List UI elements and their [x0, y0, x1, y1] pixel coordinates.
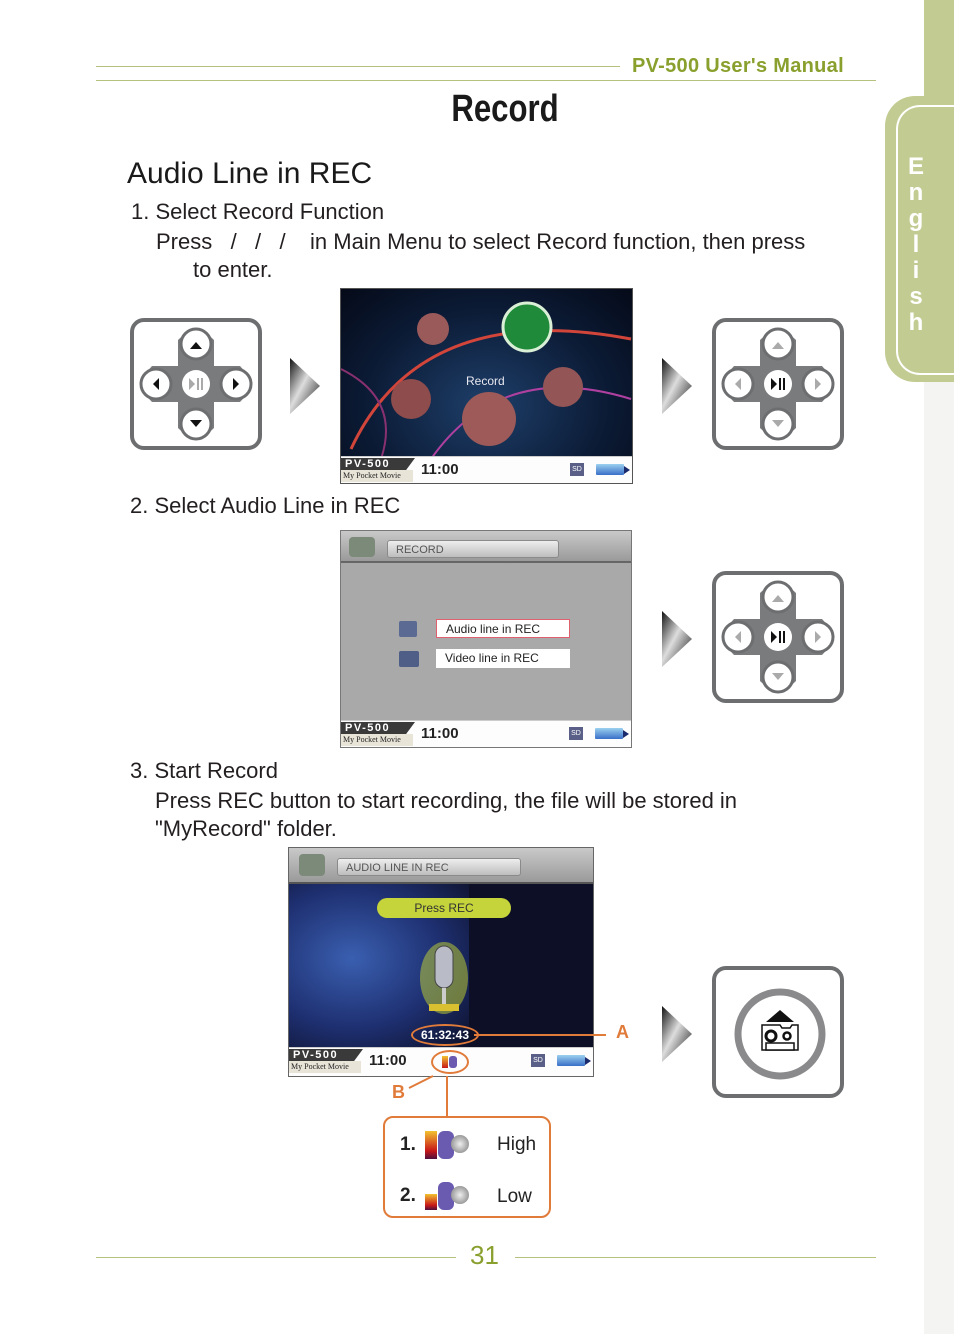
letter: n [908, 179, 924, 206]
music-note-icon [449, 1056, 457, 1068]
brand-name: PV-500 [341, 722, 415, 734]
step-2-title: 2. Select Audio Line in REC [130, 493, 401, 518]
audio-line-icon [399, 621, 417, 637]
status-bar: PV-500 My Pocket Movie 11:00 SD [341, 720, 631, 747]
brand-sub: My Pocket Movie [341, 734, 413, 746]
screen-title: AUDIO LINE IN REC [337, 858, 521, 876]
brand-badge: PV-500 My Pocket Movie [289, 1048, 365, 1074]
rec-button-icon [712, 966, 844, 1098]
record-app-icon [349, 537, 375, 557]
brand-badge: PV-500 My Pocket Movie [341, 457, 417, 483]
letter: h [908, 309, 924, 336]
page-title: Record [451, 88, 559, 130]
side-strip-top [924, 0, 954, 105]
clock: 11:00 [369, 1052, 407, 1069]
letter: E [907, 153, 924, 180]
step-3-body-cont: "MyRecord" folder. [155, 816, 337, 841]
step-1-body-cont: to enter. [193, 257, 273, 282]
callout-a-line [474, 1034, 606, 1036]
next-arrow-icon [662, 1006, 692, 1062]
record-menu-screenshot: RECORD Audio line in REC Video line in R… [340, 530, 632, 748]
record-timer: 61:32:43 [411, 1024, 479, 1046]
main-menu-screenshot: Record PV-500 My Pocket Movie 11:00 SD [340, 288, 633, 484]
menu-option-audio-line-in[interactable]: Audio line in REC [436, 619, 570, 638]
step-3-body: Press REC button to start recording, the… [155, 788, 738, 813]
language-tab-label: E n g l i s h [898, 155, 934, 337]
microphone-icon [420, 942, 468, 1014]
next-arrow-icon [662, 611, 692, 667]
video-line-icon [399, 651, 419, 667]
record-app-icon [299, 854, 325, 876]
speaker-icon [451, 1135, 469, 1153]
letter: l [912, 231, 920, 258]
brand-name: PV-500 [341, 458, 415, 470]
page-number: 31 [470, 1240, 499, 1270]
status-bar: PV-500 My Pocket Movie 11:00 SD [341, 456, 632, 483]
speaker-icon [451, 1186, 469, 1204]
audio-rec-screenshot: AUDIO LINE IN REC Press REC 61:32:43 PV-… [288, 847, 594, 1077]
quality-option-num: 1. [400, 1134, 416, 1155]
dpad-enter-icon [712, 571, 844, 703]
manual-title: PV-500 User's Manual [632, 55, 844, 77]
letter: i [912, 257, 920, 284]
callout-b-label: B [392, 1082, 405, 1102]
letter: s [909, 283, 923, 310]
battery-icon [557, 1055, 591, 1066]
brand-badge: PV-500 My Pocket Movie [341, 721, 417, 747]
press-rec-prompt: Press REC [377, 898, 511, 918]
next-arrow-icon [662, 358, 692, 414]
sd-card-icon: SD [570, 463, 584, 476]
quality-high-bars-icon [425, 1131, 437, 1159]
dpad-enter-icon [712, 318, 844, 450]
quality-low-bars-icon [425, 1194, 437, 1210]
header-rule [96, 66, 620, 67]
battery-icon [595, 728, 629, 739]
brand-name: PV-500 [289, 1049, 363, 1061]
callout-a-label: A [616, 1022, 629, 1042]
battery-icon [596, 464, 630, 475]
header-rule-bottom [96, 80, 876, 81]
brand-sub: My Pocket Movie [341, 470, 413, 482]
letter: g [908, 205, 924, 232]
step-1-body: Press / / / in Main Menu to select Recor… [156, 229, 806, 254]
step-1-title: 1. Select Record Function [131, 199, 385, 224]
quality-indicator [431, 1050, 469, 1074]
step-3-title: 3. Start Record [130, 758, 278, 783]
quality-bars-icon [442, 1056, 448, 1068]
quality-options-box: 1. High 2. Low [383, 1116, 551, 1218]
dpad-navigation-icon [130, 318, 262, 450]
brand-sub: My Pocket Movie [289, 1061, 361, 1073]
quality-option-num: 2. [400, 1185, 416, 1206]
footer-rule-right [515, 1257, 876, 1258]
quality-option-label: Low [497, 1186, 532, 1207]
menu-focus-label: Record [466, 374, 505, 388]
next-arrow-icon [290, 358, 320, 414]
sd-card-icon: SD [569, 727, 583, 740]
footer-rule-left [96, 1257, 456, 1258]
clock: 11:00 [421, 461, 459, 478]
quality-option-label: High [497, 1134, 537, 1155]
section-heading: Audio Line in REC [127, 157, 373, 190]
sd-card-icon: SD [531, 1054, 545, 1067]
clock: 11:00 [421, 725, 459, 742]
screen-title: RECORD [387, 540, 559, 558]
menu-option-video-line-in[interactable]: Video line in REC [436, 649, 570, 668]
